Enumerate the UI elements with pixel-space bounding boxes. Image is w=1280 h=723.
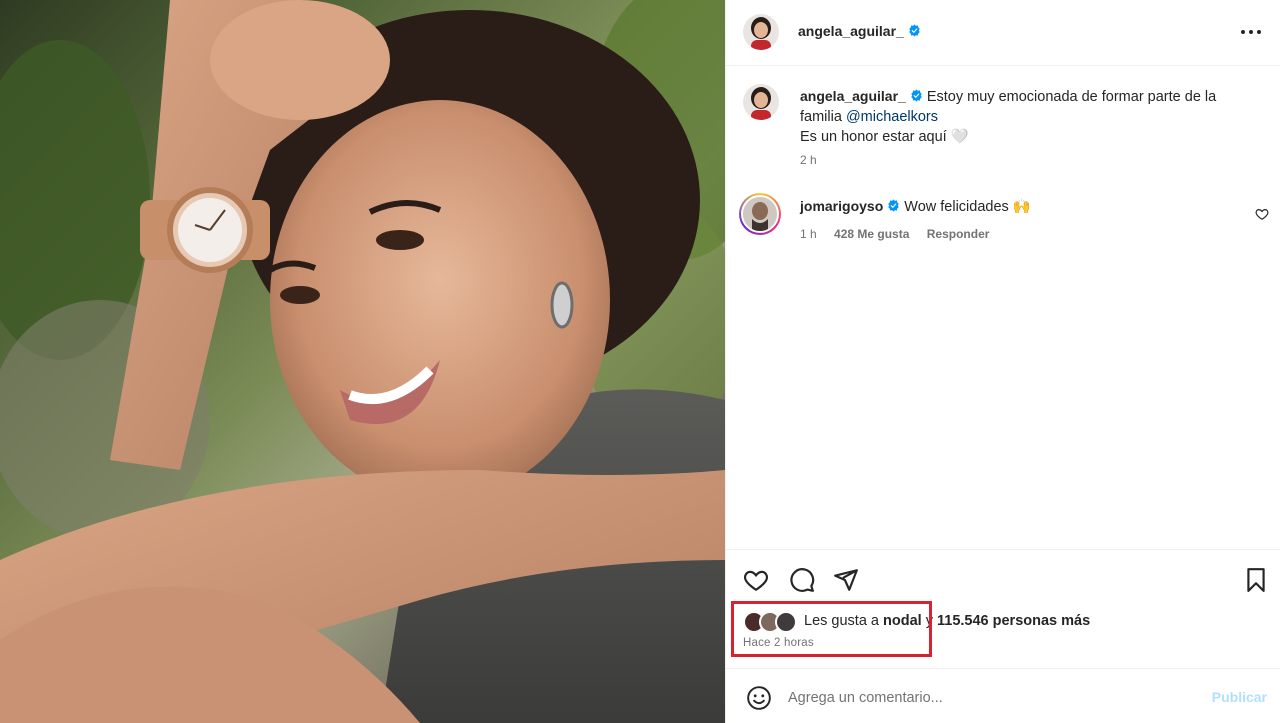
post-header: angela_aguilar_ bbox=[726, 0, 1280, 66]
liker-avatar bbox=[775, 611, 797, 633]
heart-icon[interactable] bbox=[743, 567, 769, 593]
author-username[interactable]: angela_aguilar_ bbox=[798, 23, 921, 39]
verified-badge-icon bbox=[888, 199, 899, 212]
comment-body: Wow felicidades 🙌 bbox=[904, 199, 1031, 215]
caption-avatar[interactable] bbox=[743, 84, 779, 120]
comment-meta: 1 h 428 Me gusta Responder bbox=[800, 227, 1003, 241]
comment-text: jomarigoyso Wow felicidades 🙌 bbox=[800, 198, 1031, 215]
likes-connector: y bbox=[921, 613, 937, 629]
post-photo bbox=[0, 0, 725, 723]
caption-mention-link[interactable]: @michaelkors bbox=[846, 109, 938, 125]
liker-avatars[interactable] bbox=[743, 611, 803, 633]
verified-badge-icon bbox=[911, 89, 922, 102]
likes-count-link[interactable]: 115.546 personas más bbox=[937, 613, 1090, 629]
caption-line-3: Es un honor estar aquí 🤍 bbox=[800, 129, 969, 145]
comment-likes[interactable]: 428 Me gusta bbox=[834, 227, 909, 241]
comment-input[interactable] bbox=[788, 685, 1188, 711]
commenter-avatar[interactable] bbox=[739, 193, 781, 235]
caption-line-1: Estoy muy emocionada de formar parte de … bbox=[926, 89, 1217, 105]
caption-author[interactable]: angela_aguilar_ bbox=[800, 88, 906, 104]
author-avatar[interactable] bbox=[743, 14, 779, 50]
share-icon[interactable] bbox=[833, 567, 859, 593]
reply-button[interactable]: Responder bbox=[927, 227, 990, 241]
post-age[interactable]: Hace 2 horas bbox=[743, 637, 814, 649]
caption-text: angela_aguilar_ Estoy muy emocionada de … bbox=[800, 86, 1260, 147]
caption-timestamp[interactable]: 2 h bbox=[800, 153, 817, 167]
comment-time[interactable]: 1 h bbox=[800, 227, 817, 241]
more-options-icon[interactable] bbox=[1239, 20, 1263, 44]
liker-username-link[interactable]: nodal bbox=[883, 613, 922, 629]
likes-text: Les gusta a nodal y 115.546 personas más bbox=[804, 613, 1090, 629]
comment-composer: Publicar bbox=[726, 668, 1280, 723]
commenter-username[interactable]: jomarigoyso bbox=[800, 198, 883, 214]
post-sidebar: angela_aguilar_ angela_aguilar_ Estoy mu… bbox=[725, 0, 1280, 723]
comment-icon[interactable] bbox=[789, 567, 815, 593]
comment-item: jomarigoyso Wow felicidades 🙌 1 h 428 Me… bbox=[739, 193, 1269, 253]
emoji-icon[interactable] bbox=[746, 685, 772, 711]
bookmark-icon[interactable] bbox=[1243, 567, 1269, 593]
author-username-text[interactable]: angela_aguilar_ bbox=[798, 23, 904, 39]
caption-line-2: familia bbox=[800, 109, 846, 125]
likes-prefix: Les gusta a bbox=[804, 613, 883, 629]
post-comment-button[interactable]: Publicar bbox=[1212, 689, 1267, 705]
post-image[interactable] bbox=[0, 0, 725, 723]
comment-like-heart-icon[interactable] bbox=[1255, 207, 1269, 221]
post-actions-bar bbox=[726, 549, 1280, 609]
verified-badge-icon bbox=[909, 24, 920, 37]
